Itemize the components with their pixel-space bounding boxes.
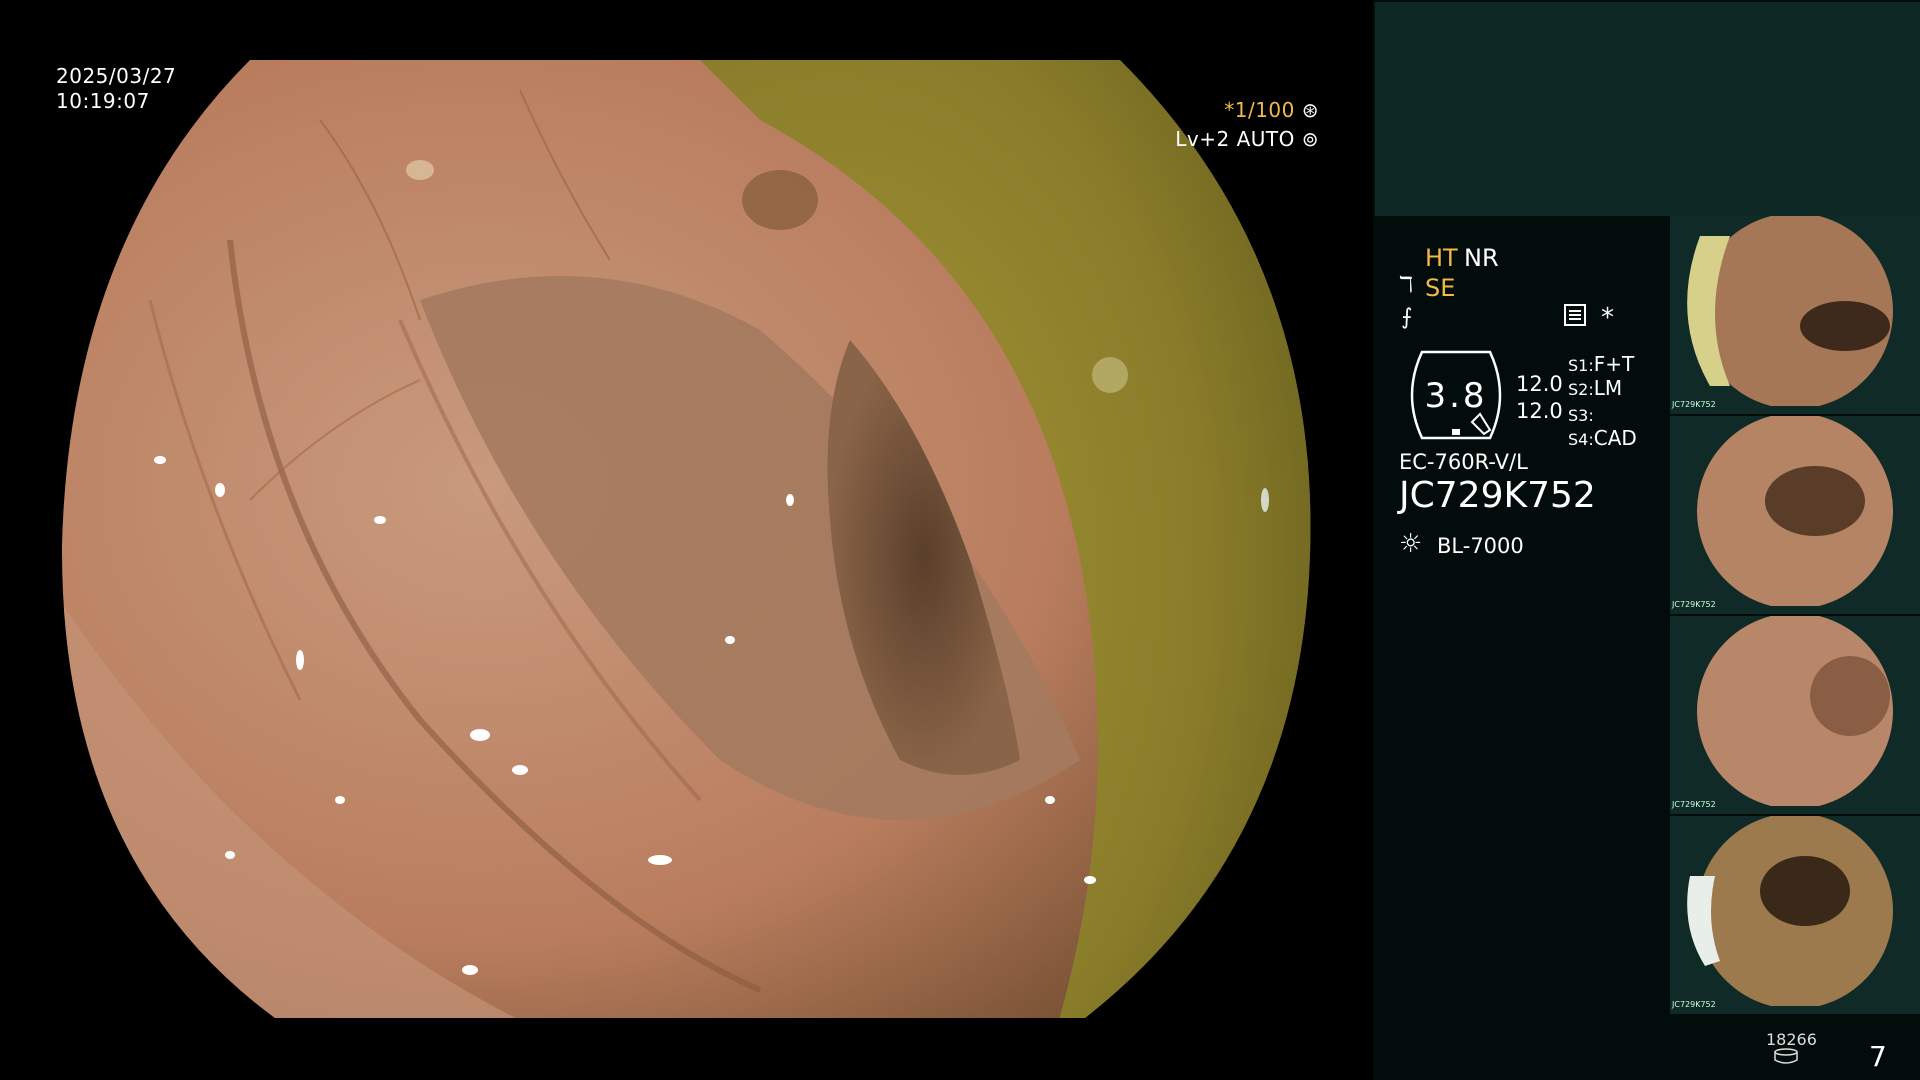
level-value: Lv+2 AUTO xyxy=(1175,127,1295,151)
patient-info-area xyxy=(1375,2,1920,216)
switch-s4: S4:CAD xyxy=(1568,424,1637,454)
exam-date: 2025/03/27 xyxy=(56,64,177,88)
asterisk-icon: * xyxy=(1601,303,1614,333)
flash-icon: ⨍ xyxy=(1401,305,1413,330)
thumbnail-caption: JC729K752 xyxy=(1672,800,1716,809)
switch-value: F+T xyxy=(1593,352,1635,376)
page-number: 7 xyxy=(1869,1040,1887,1073)
value-1: 12.0 xyxy=(1516,372,1563,396)
scope-model: EC-760R-V/L xyxy=(1399,450,1528,474)
endoscope-view: 2025/03/27 10:19:07 *1/100 ⊛ Lv+2 AUTO ⊚ xyxy=(0,0,1373,1080)
light-source-icon: ☼ xyxy=(1399,529,1423,559)
badge-value: 3.8 xyxy=(1424,376,1488,416)
light-source: BL-7000 xyxy=(1437,534,1524,558)
thumbnail-image xyxy=(1697,416,1893,606)
info-panel: HT NR ℸ SE ⨍ * 3.8 12.0 12.0 S1:F+T S2:L… xyxy=(1373,0,1920,1080)
switch-label: S3: xyxy=(1568,406,1594,425)
thumbnail-image xyxy=(1687,816,1893,1006)
brightness-level: Lv+2 AUTO ⊚ xyxy=(1063,127,1373,151)
thumbnail-image xyxy=(1697,616,1893,806)
image-count: 18266 xyxy=(1766,1030,1817,1049)
captured-frame-thumbnail[interactable]: JC729K752 xyxy=(1670,416,1920,614)
switch-label: S1: xyxy=(1568,356,1594,375)
shutter-speed: *1/100 ⊛ xyxy=(1063,98,1373,122)
thumbnail-caption: JC729K752 xyxy=(1672,1000,1716,1009)
thumbnail-caption: JC729K752 xyxy=(1672,600,1716,609)
switch-label: S2: xyxy=(1568,380,1594,399)
storage-icon xyxy=(1774,1048,1798,1064)
menu-icon xyxy=(1564,304,1586,332)
thumbnail-caption: JC729K752 xyxy=(1672,400,1716,409)
iris-icon: ⊚ xyxy=(1301,127,1319,151)
se-mode: SE xyxy=(1425,274,1456,302)
shutter-value: *1/100 xyxy=(1224,98,1295,122)
switch-value: CAD xyxy=(1593,426,1637,450)
exam-time: 10:19:07 xyxy=(56,89,150,113)
captured-frame-thumbnail[interactable]: JC729K752 xyxy=(1670,616,1920,814)
captured-frame-thumbnail[interactable]: JC729K752 xyxy=(1670,216,1920,414)
thumbnail-image xyxy=(1687,216,1893,406)
ht-mode: HT xyxy=(1425,244,1458,272)
nr-mode: NR xyxy=(1464,244,1499,272)
captured-frame-thumbnail[interactable]: JC729K752 xyxy=(1670,816,1920,1014)
scope-serial: JC729K752 xyxy=(1399,475,1596,516)
value-2: 12.0 xyxy=(1516,399,1563,423)
shutter-icon: ⊛ xyxy=(1301,98,1319,122)
switch-label: S4: xyxy=(1568,430,1594,449)
endoscope-image xyxy=(61,60,1311,1018)
switch-value: LM xyxy=(1593,376,1623,400)
se-icon: ℸ xyxy=(1399,273,1414,298)
